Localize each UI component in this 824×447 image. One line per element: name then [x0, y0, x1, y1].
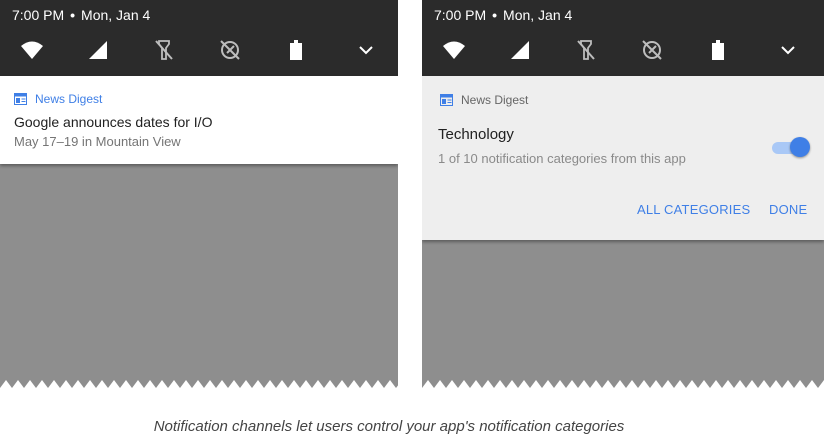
notification-subtitle: May 17–19 in Mountain View: [14, 134, 181, 149]
wifi-icon[interactable]: [442, 38, 466, 62]
battery-icon[interactable]: [284, 38, 308, 62]
status-bar: 7:00 PM • Mon, Jan 4: [422, 0, 824, 76]
location-off-icon[interactable]: [640, 38, 664, 62]
cellular-signal-icon[interactable]: [508, 38, 532, 62]
torn-edge: [0, 380, 398, 388]
notification-channel-settings: News Digest Technology 1 of 10 notificat…: [422, 76, 824, 240]
toggle-thumb: [790, 137, 810, 157]
news-app-icon: [14, 93, 27, 105]
status-separator: •: [70, 7, 76, 23]
status-time: 7:00 PM: [434, 7, 487, 23]
battery-icon[interactable]: [706, 38, 730, 62]
notification-app-header: News Digest: [14, 92, 102, 106]
phone-screen-left: 7:00 PM • Mon, Jan 4 News Digest Google …: [0, 0, 398, 388]
figure-caption: Notification channels let users control …: [153, 418, 625, 435]
quick-settings-row: [0, 36, 398, 64]
status-bar: 7:00 PM • Mon, Jan 4: [0, 0, 398, 76]
done-button[interactable]: DONE: [769, 202, 807, 217]
notification-title: Google announces dates for I/O: [14, 114, 213, 130]
status-time-date: 7:00 PM • Mon, Jan 4: [12, 7, 150, 23]
torn-edge: [422, 380, 824, 388]
chevron-down-icon[interactable]: [354, 38, 378, 62]
status-separator: •: [492, 7, 498, 23]
status-time-date: 7:00 PM • Mon, Jan 4: [434, 7, 572, 23]
channel-title: Technology: [438, 126, 514, 143]
channel-subtitle: 1 of 10 notification categories from thi…: [438, 151, 686, 166]
channel-toggle[interactable]: [770, 137, 810, 157]
notification-card[interactable]: News Digest Google announces dates for I…: [0, 76, 398, 164]
notification-app-header: News Digest: [440, 93, 528, 107]
news-app-icon: [440, 94, 453, 106]
wifi-icon[interactable]: [20, 38, 44, 62]
notification-app-name: News Digest: [461, 93, 529, 107]
status-date: Mon, Jan 4: [81, 7, 151, 23]
all-categories-button[interactable]: ALL CATEGORIES: [637, 202, 750, 217]
cellular-signal-icon[interactable]: [86, 38, 110, 62]
location-off-icon[interactable]: [218, 38, 242, 62]
phone-screen-right: 7:00 PM • Mon, Jan 4 News Digest Technol…: [422, 0, 824, 388]
chevron-down-icon[interactable]: [776, 38, 800, 62]
flashlight-off-icon[interactable]: [574, 38, 598, 62]
status-date: Mon, Jan 4: [503, 7, 573, 23]
notification-app-name: News Digest: [35, 92, 103, 106]
flashlight-off-icon[interactable]: [152, 38, 176, 62]
quick-settings-row: [422, 36, 824, 64]
status-time: 7:00 PM: [12, 7, 65, 23]
